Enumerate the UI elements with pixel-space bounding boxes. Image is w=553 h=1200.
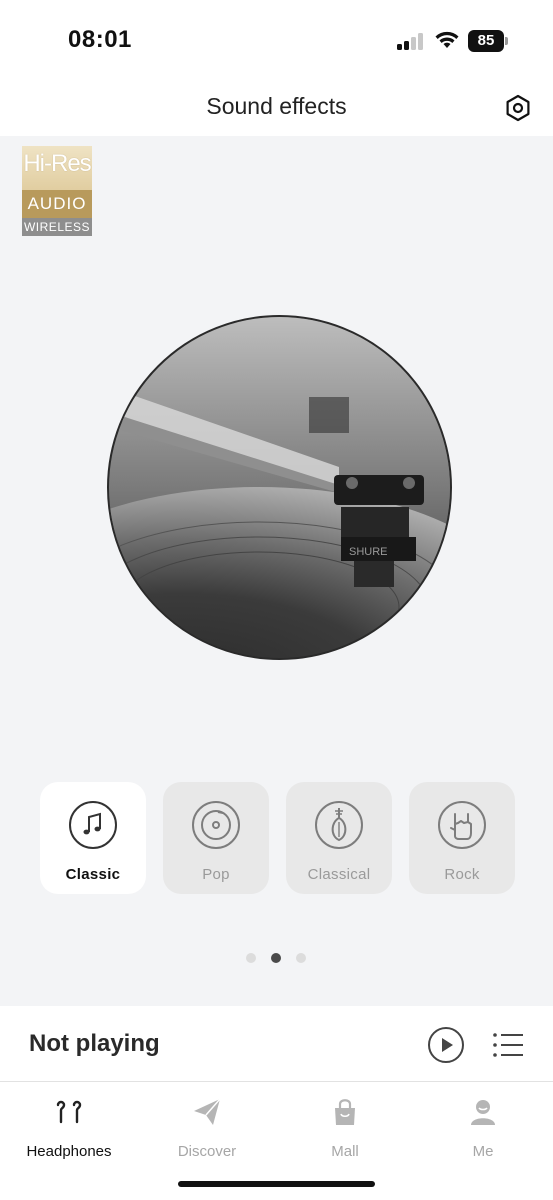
player-status: Not playing xyxy=(29,1030,160,1057)
effects-list: Classic Pop Classical Rock xyxy=(40,782,520,896)
hires-audio-badge: Hi-Res AUDIO WIRELESS xyxy=(22,146,92,236)
battery-icon: 85 xyxy=(468,30,504,52)
music-note-icon xyxy=(69,801,117,849)
playlist-icon[interactable] xyxy=(492,1030,524,1060)
effect-classic-card[interactable]: Classic xyxy=(40,782,146,894)
earbuds-icon xyxy=(56,1100,82,1124)
effect-label: Rock xyxy=(444,866,480,883)
mini-player[interactable]: Not playing xyxy=(0,1006,553,1082)
pipa-icon xyxy=(315,801,363,849)
wifi-icon xyxy=(435,31,459,48)
shure-logo: SHURE xyxy=(349,546,388,558)
tab-label: Mall xyxy=(331,1143,359,1160)
effect-label: Pop xyxy=(202,866,230,883)
tab-mall[interactable]: Mall xyxy=(276,1092,414,1162)
page-dot-active[interactable] xyxy=(271,953,281,963)
turntable-artwork: SHURE xyxy=(107,315,452,660)
signal-icon xyxy=(397,32,425,50)
page-dot[interactable] xyxy=(246,953,256,963)
effect-rock-card[interactable]: Rock xyxy=(409,782,515,894)
tab-me[interactable]: Me xyxy=(414,1092,552,1162)
tab-label: Discover xyxy=(177,1143,237,1160)
effect-pop-card[interactable]: Pop xyxy=(163,782,269,894)
page-indicator xyxy=(246,952,308,964)
status-time: 08:01 xyxy=(68,26,132,53)
vinyl-icon xyxy=(192,801,240,849)
tab-headphones[interactable]: Headphones xyxy=(0,1092,138,1162)
page-dot[interactable] xyxy=(296,953,306,963)
shopping-bag-icon xyxy=(335,1099,355,1125)
badge-line3: WIRELESS xyxy=(22,218,92,236)
paper-plane-icon xyxy=(194,1098,221,1125)
home-indicator[interactable] xyxy=(178,1181,375,1187)
play-icon[interactable] xyxy=(427,1026,465,1064)
rock-hand-icon xyxy=(438,801,486,849)
header: Sound effects xyxy=(0,80,553,136)
sound-effects-panel: Hi-Res AUDIO WIRELESS SHURE Classic Pop … xyxy=(0,136,553,1006)
effect-classical-card[interactable]: Classical xyxy=(286,782,392,894)
person-icon xyxy=(471,1100,495,1125)
tab-label: Headphones xyxy=(26,1143,112,1160)
status-bar: 08:01 85 xyxy=(0,0,553,80)
badge-line1: Hi-Res xyxy=(23,150,91,177)
gear-icon[interactable] xyxy=(503,93,533,123)
badge-line2: AUDIO xyxy=(22,190,92,218)
tab-label: Me xyxy=(472,1143,494,1160)
tab-discover[interactable]: Discover xyxy=(138,1092,276,1162)
battery-tip xyxy=(505,37,508,45)
effect-label: Classical xyxy=(307,866,371,883)
page-title: Sound effects xyxy=(206,93,347,119)
effect-label: Classic xyxy=(65,866,121,883)
